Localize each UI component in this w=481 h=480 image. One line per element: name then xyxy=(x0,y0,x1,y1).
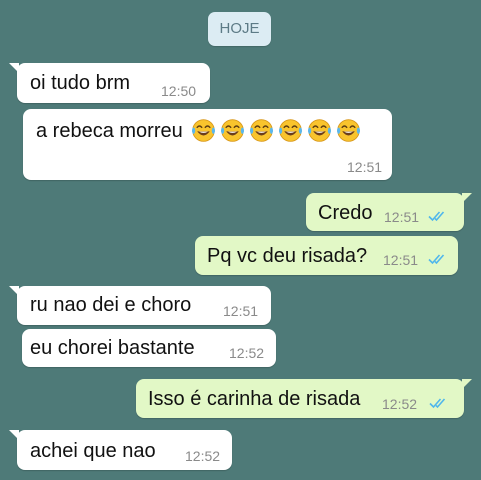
message-bubble-incoming[interactable]: a rebeca morreu 12:51 xyxy=(23,109,392,180)
message-bubble-outgoing[interactable]: Credo 12:51 xyxy=(306,193,472,231)
message-text: achei que nao xyxy=(30,440,156,462)
message-text: Pq vc deu risada? xyxy=(207,245,368,267)
message-bubble-incoming[interactable]: eu chorei bastante 12:52 xyxy=(22,329,276,367)
message-time: 12:51 xyxy=(383,252,419,268)
message-bubble-outgoing[interactable]: Isso é carinha de risada 12:52 xyxy=(136,379,472,418)
tears-of-joy-emoji-icon xyxy=(249,119,274,142)
message-bubble-incoming[interactable]: achei que nao 12:52 xyxy=(9,430,232,470)
double-check-icon xyxy=(428,211,445,222)
message-bubble-incoming[interactable]: oi tudo brm 12:50 xyxy=(9,63,210,103)
message-text: ru nao dei e choro xyxy=(30,294,192,316)
date-divider: HOJE xyxy=(208,12,271,46)
message-time: 12:52 xyxy=(229,345,265,361)
message-time: 12:52 xyxy=(382,396,418,412)
message-bubble-outgoing[interactable]: Pq vc deu risada? 12:51 xyxy=(195,236,458,275)
message-time: 12:51 xyxy=(384,209,420,225)
tears-of-joy-emoji-icon xyxy=(307,119,332,142)
tears-of-joy-emoji-icon xyxy=(278,119,303,142)
tears-of-joy-emoji-icon xyxy=(191,119,216,142)
tears-of-joy-emoji-icon xyxy=(220,119,245,142)
message-text: Isso é carinha de risada xyxy=(148,388,361,410)
emoji-group xyxy=(190,117,362,144)
message-time: 12:50 xyxy=(161,83,197,99)
message-text: a rebeca morreu xyxy=(36,120,183,142)
double-check-icon xyxy=(428,254,445,265)
double-check-icon xyxy=(429,398,446,409)
message-time: 12:51 xyxy=(347,159,383,175)
message-time: 12:52 xyxy=(185,448,221,464)
message-text: oi tudo brm xyxy=(30,72,131,94)
message-text: eu chorei bastante xyxy=(30,337,195,359)
message-bubble-incoming[interactable]: ru nao dei e choro 12:51 xyxy=(9,286,271,325)
message-text: Credo xyxy=(318,202,373,224)
message-time: 12:51 xyxy=(223,303,259,319)
tears-of-joy-emoji-icon xyxy=(336,119,361,142)
